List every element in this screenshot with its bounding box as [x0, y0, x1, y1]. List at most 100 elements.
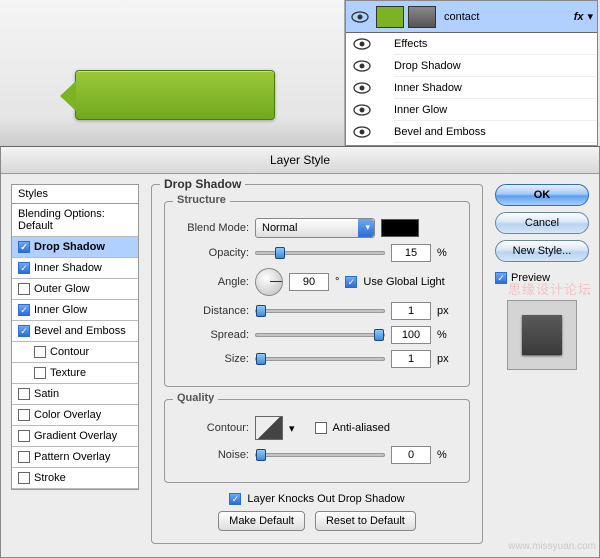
size-slider[interactable]	[255, 357, 385, 361]
style-checkbox[interactable]	[34, 367, 46, 379]
fx-icon[interactable]: fx	[570, 11, 588, 23]
style-checkbox[interactable]	[18, 283, 30, 295]
use-global-light-checkbox[interactable]: ✓	[345, 276, 357, 288]
style-label: Inner Glow	[34, 304, 87, 316]
preview-label: Preview	[511, 272, 550, 284]
style-label: Stroke	[34, 472, 66, 484]
style-row-outer-glow[interactable]: Outer Glow	[12, 279, 138, 300]
layer-style-dialog: Layer Style Styles Blending Options: Def…	[0, 146, 600, 558]
style-row-drop-shadow[interactable]: ✓ Drop Shadow	[12, 237, 138, 258]
blend-mode-select[interactable]: Normal	[255, 218, 375, 238]
style-row-pattern-overlay[interactable]: Pattern Overlay	[12, 447, 138, 468]
visibility-eye-icon[interactable]	[350, 11, 370, 23]
style-checkbox[interactable]: ✓	[18, 325, 30, 337]
style-row-satin[interactable]: Satin	[12, 384, 138, 405]
style-checkbox[interactable]	[18, 472, 30, 484]
spread-input[interactable]	[391, 326, 431, 344]
visibility-eye-icon[interactable]	[352, 126, 372, 138]
style-row-stroke[interactable]: Stroke	[12, 468, 138, 489]
noise-slider[interactable]	[255, 453, 385, 457]
style-checkbox[interactable]	[18, 409, 30, 421]
ok-button[interactable]: OK	[495, 184, 589, 206]
quality-group: Quality Contour: ▾ Anti-aliased Noise: %	[164, 399, 470, 483]
effect-item[interactable]: Inner Glow	[394, 99, 597, 121]
effects-header[interactable]: Effects	[394, 33, 597, 55]
style-label: Pattern Overlay	[34, 451, 110, 463]
structure-group: Structure Blend Mode: Normal Opacity: % …	[164, 201, 470, 387]
style-label: Outer Glow	[34, 283, 90, 295]
anti-aliased-label: Anti-aliased	[333, 422, 390, 434]
style-row-inner-glow[interactable]: ✓ Inner Glow	[12, 300, 138, 321]
distance-slider[interactable]	[255, 309, 385, 313]
distance-label: Distance:	[177, 305, 249, 317]
preview-checkbox[interactable]: ✓	[495, 272, 507, 284]
size-input[interactable]	[391, 350, 431, 368]
cancel-button[interactable]: Cancel	[495, 212, 589, 234]
chevron-down-icon[interactable]: ▾	[289, 422, 295, 435]
layers-panel: contact fx ▾ Effects Drop Shadow Inner S…	[345, 0, 598, 146]
style-row-bevel-and-emboss[interactable]: ✓ Bevel and Emboss	[12, 321, 138, 342]
green-tag-shape	[75, 70, 275, 120]
style-label: Inner Shadow	[34, 262, 102, 274]
dialog-title: Layer Style	[1, 147, 599, 174]
effect-item[interactable]: Drop Shadow	[394, 55, 597, 77]
contour-label: Contour:	[177, 422, 249, 434]
styles-header[interactable]: Styles	[11, 184, 139, 204]
contour-picker[interactable]	[255, 416, 283, 440]
visibility-eye-icon[interactable]	[352, 104, 372, 116]
anti-aliased-checkbox[interactable]	[315, 422, 327, 434]
knockout-checkbox[interactable]: ✓	[229, 493, 241, 505]
opacity-label: Opacity:	[177, 247, 249, 259]
style-label: Drop Shadow	[34, 241, 105, 253]
knockout-label: Layer Knocks Out Drop Shadow	[247, 493, 404, 505]
opacity-input[interactable]	[391, 244, 431, 262]
angle-label: Angle:	[177, 276, 249, 288]
style-row-gradient-overlay[interactable]: Gradient Overlay	[12, 426, 138, 447]
visibility-eye-icon[interactable]	[352, 82, 372, 94]
style-checkbox[interactable]	[34, 346, 46, 358]
reset-default-button[interactable]: Reset to Default	[315, 511, 416, 531]
layer-mask-thumbnail[interactable]	[408, 6, 436, 28]
layer-thumbnail[interactable]	[376, 6, 404, 28]
style-label: Contour	[50, 346, 89, 358]
effect-item[interactable]: Inner Shadow	[394, 77, 597, 99]
visibility-eye-icon[interactable]	[352, 60, 372, 72]
style-label: Color Overlay	[34, 409, 101, 421]
make-default-button[interactable]: Make Default	[218, 511, 305, 531]
effect-item[interactable]: Bevel and Emboss	[394, 121, 597, 143]
noise-label: Noise:	[177, 449, 249, 461]
style-row-inner-shadow[interactable]: ✓ Inner Shadow	[12, 258, 138, 279]
drop-shadow-section: Drop Shadow Structure Blend Mode: Normal…	[151, 184, 483, 544]
visibility-eye-icon[interactable]	[352, 38, 372, 50]
dialog-buttons-column: OK Cancel New Style... ✓ Preview	[495, 184, 589, 546]
spread-label: Spread:	[177, 329, 249, 341]
style-label: Gradient Overlay	[34, 430, 117, 442]
use-global-light-label: Use Global Light	[363, 276, 444, 288]
style-checkbox[interactable]	[18, 430, 30, 442]
noise-input[interactable]	[391, 446, 431, 464]
shadow-color-swatch[interactable]	[381, 219, 419, 237]
opacity-slider[interactable]	[255, 251, 385, 255]
style-row-color-overlay[interactable]: Color Overlay	[12, 405, 138, 426]
style-checkbox[interactable]: ✓	[18, 241, 30, 253]
new-style-button[interactable]: New Style...	[495, 240, 589, 262]
angle-input[interactable]	[289, 273, 329, 291]
style-checkbox[interactable]: ✓	[18, 304, 30, 316]
size-label: Size:	[177, 353, 249, 365]
layer-name[interactable]: contact	[444, 11, 570, 23]
style-checkbox[interactable]	[18, 388, 30, 400]
canvas	[0, 0, 345, 146]
layer-row[interactable]: contact fx ▾	[346, 1, 597, 33]
style-row-contour[interactable]: Contour	[12, 342, 138, 363]
style-label: Bevel and Emboss	[34, 325, 126, 337]
style-checkbox[interactable]	[18, 451, 30, 463]
style-checkbox[interactable]: ✓	[18, 262, 30, 274]
distance-input[interactable]	[391, 302, 431, 320]
blending-options-row[interactable]: Blending Options: Default	[12, 204, 138, 237]
style-row-texture[interactable]: Texture	[12, 363, 138, 384]
spread-slider[interactable]	[255, 333, 385, 337]
style-label: Satin	[34, 388, 59, 400]
chevron-down-icon[interactable]: ▾	[587, 10, 593, 23]
blend-mode-label: Blend Mode:	[177, 222, 249, 234]
angle-dial[interactable]	[255, 268, 283, 296]
